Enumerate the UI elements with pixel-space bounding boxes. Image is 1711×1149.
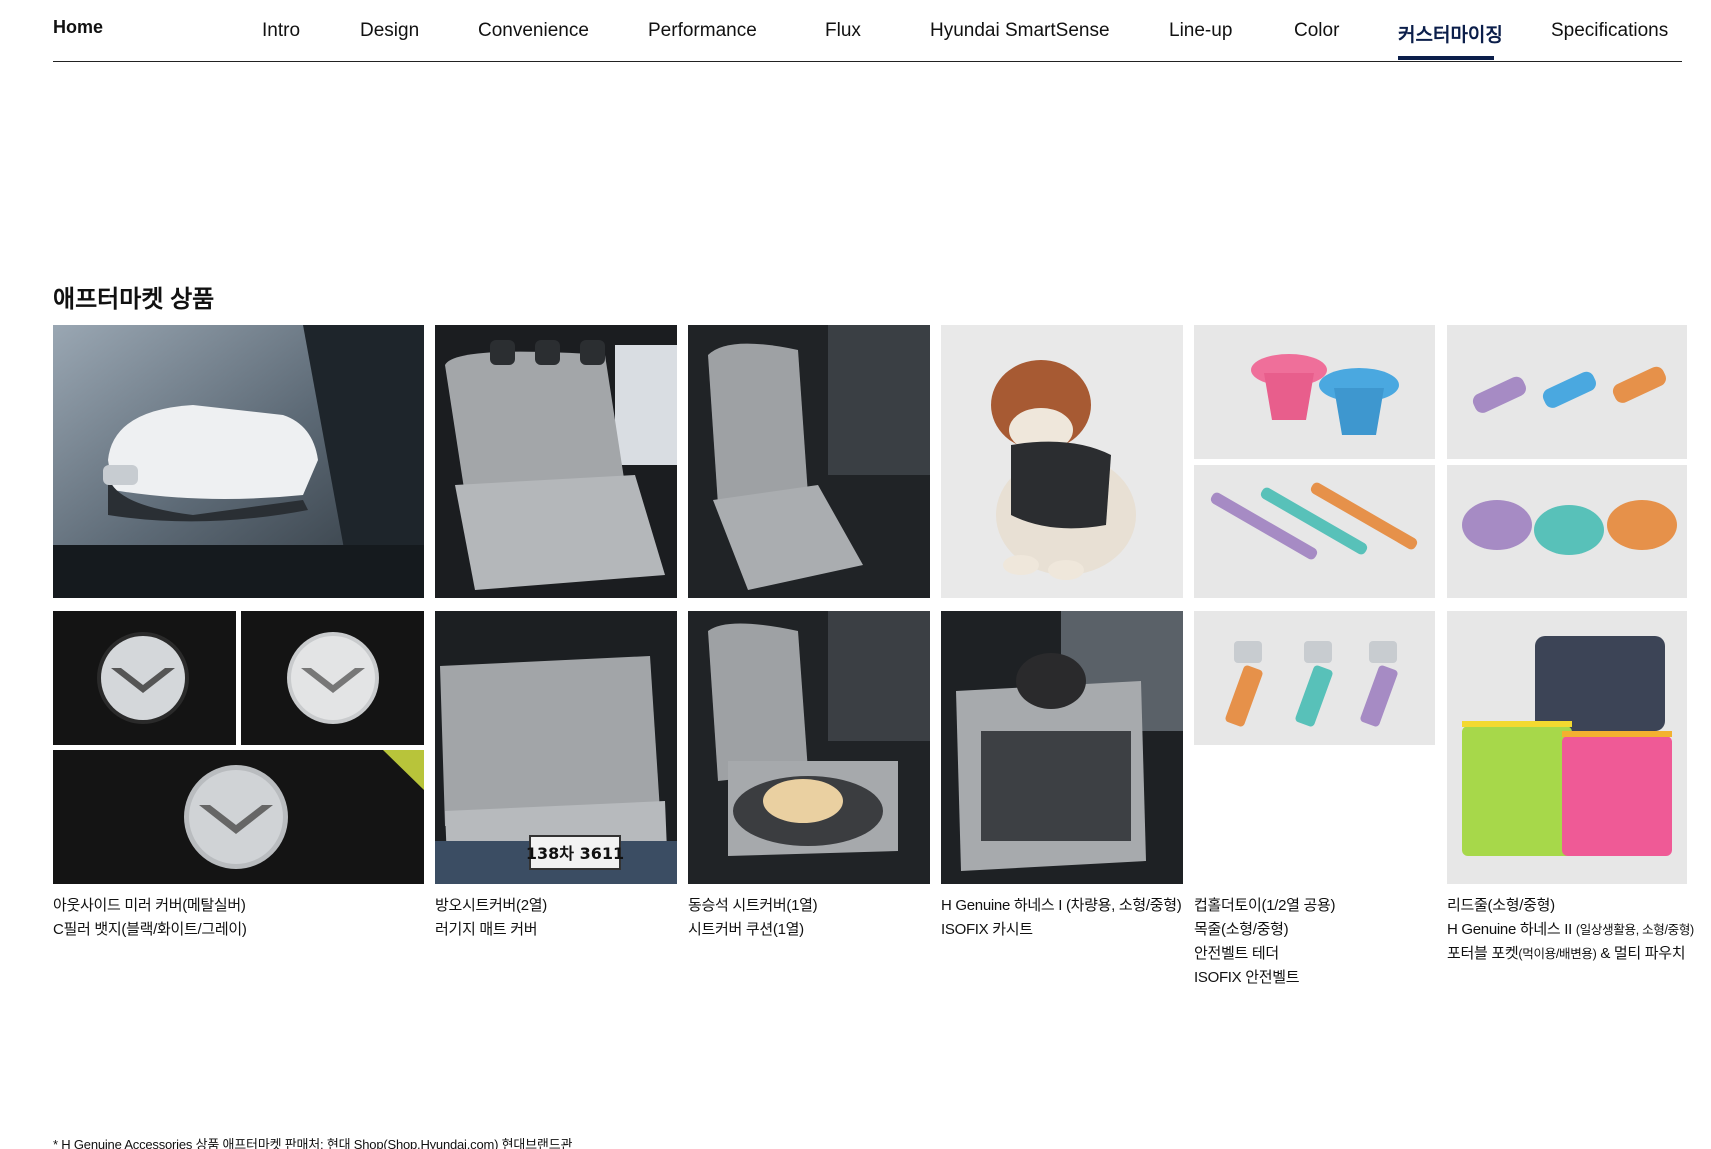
tab-performance[interactable]: Performance [648, 20, 757, 42]
active-tab-indicator [1398, 56, 1494, 60]
tab-intro[interactable]: Intro [262, 20, 300, 42]
caption-line: 포터블 포켓(먹이용/배변용) & 멀티 파우치 [1447, 942, 1694, 966]
passenger-seat-cover-image [688, 325, 930, 598]
caption-line: H Genuine 하네스 I (차량용, 소형/중형) [941, 897, 1182, 914]
top-nav: Home Intro Design Convenience Performanc… [53, 0, 1682, 62]
license-plate-text: 138차 3611 [526, 844, 624, 863]
caption-line: 러기지 매트 커버 [435, 921, 538, 938]
dog-harness-image [941, 325, 1183, 598]
cupholder-toy-image [1194, 325, 1435, 459]
harness-image [1447, 465, 1687, 598]
caption-seat-luggage: 방오시트커버(2열) 러기지 매트 커버 [435, 894, 547, 942]
caption-line: 컵홀더토이(1/2열 공용) [1194, 897, 1336, 914]
tab-specifications[interactable]: Specifications [1551, 20, 1668, 42]
section-title: 애프터마켓 상품 [53, 286, 215, 313]
caption-passenger-seat: 동승석 시트커버(1열) 시트커버 쿠션(1열) [688, 894, 818, 942]
caption-line: 방오시트커버(2열) [435, 897, 547, 914]
tab-line-up[interactable]: Line-up [1169, 20, 1232, 42]
tab-customizing[interactable]: 커스터마이징 [1398, 20, 1503, 47]
tab-flux[interactable]: Flux [825, 20, 861, 42]
caption-harness-carseat: H Genuine 하네스 I (차량용, 소형/중형) ISOFIX 카시트 [941, 894, 1182, 942]
c-pillar-badge-black-image [53, 611, 236, 745]
nav-home-link[interactable]: Home [53, 17, 103, 38]
caption-line: 안전벨트 테더 [1194, 945, 1279, 962]
caption-leash-pouch: 리드줄(소형/중형) H Genuine 하네스 II (일상생활용, 소형/중… [1447, 894, 1694, 966]
seat-cover-cushion-image [688, 611, 930, 884]
caption-line: 리드줄(소형/중형) [1447, 897, 1555, 914]
lead-leash-image [1447, 325, 1687, 459]
collar-image [1194, 465, 1435, 598]
rear-seat-cover-image [435, 325, 677, 598]
caption-line: ISOFIX 안전벨트 [1194, 969, 1300, 986]
caption-mirror-badge: 아웃사이드 미러 커버(메탈실버) C필러 뱃지(블랙/화이트/그레이) [53, 894, 247, 942]
caption-line: 아웃사이드 미러 커버(메탈실버) [53, 897, 246, 914]
caption-line: H Genuine 하네스 II (일상생활용, 소형/중형) [1447, 918, 1694, 942]
caption-line: 시트커버 쿠션(1열) [688, 921, 804, 938]
caption-line: ISOFIX 카시트 [941, 921, 1033, 938]
caption-line-note: (먹이용/배변용) [1518, 947, 1597, 961]
portable-pocket-pouch-image [1447, 611, 1687, 884]
caption-line-text: 포터블 포켓 [1447, 945, 1519, 962]
tab-hyundai-smartsense[interactable]: Hyundai SmartSense [930, 20, 1110, 42]
seatbelt-tether-image [1194, 611, 1435, 745]
tab-design[interactable]: Design [360, 20, 419, 42]
isofix-carseat-image [941, 611, 1183, 884]
tab-color[interactable]: Color [1294, 20, 1339, 42]
tab-convenience[interactable]: Convenience [478, 20, 589, 42]
caption-line-tail: & 멀티 파우치 [1596, 945, 1686, 962]
mirror-cover-image [53, 325, 424, 598]
footnote: * H Genuine Accessories 상품 애프터마켓 판매처: 현대… [53, 1137, 573, 1149]
c-pillar-badge-gray-image [53, 750, 424, 884]
caption-line: C필러 뱃지(블랙/화이트/그레이) [53, 921, 247, 938]
caption-line: 목줄(소형/중형) [1194, 921, 1289, 938]
caption-cupholder-collar: 컵홀더토이(1/2열 공용) 목줄(소형/중형) 안전벨트 테더 ISOFIX … [1194, 894, 1336, 990]
caption-line-text: H Genuine 하네스 II [1447, 921, 1572, 938]
caption-line-note: (일상생활용, 소형/중형) [1575, 923, 1694, 937]
luggage-mat-cover-image: 138차 3611 [435, 611, 677, 884]
caption-line: 동승석 시트커버(1열) [688, 897, 818, 914]
c-pillar-badge-white-image [241, 611, 424, 745]
